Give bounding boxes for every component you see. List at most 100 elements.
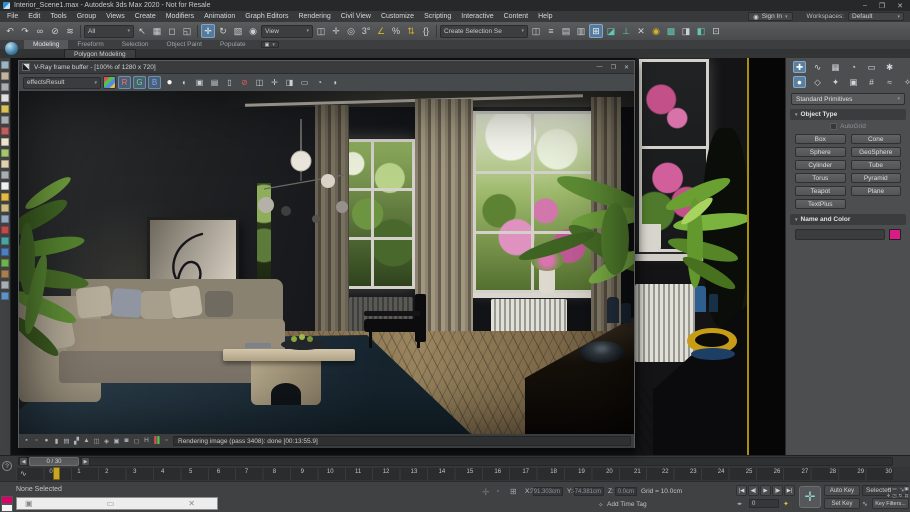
snap-tool-icon[interactable]: ∠ (374, 24, 388, 38)
playback-button[interactable]: ▶ (760, 485, 771, 496)
vfb-tool-icon[interactable]: ● (163, 76, 176, 89)
ribbon-tab[interactable]: Object Paint (158, 40, 211, 49)
previous-frame-button[interactable]: ◀ (19, 457, 28, 466)
create-category-icon[interactable]: ✦ (829, 76, 842, 88)
left-toolbar-icon[interactable] (1, 237, 9, 245)
transform-tool-icon[interactable]: ▧ (231, 24, 245, 38)
vfb-status-icon[interactable]: ● (42, 437, 51, 445)
vfb-tool-icon[interactable]: ✛ (268, 76, 281, 89)
nav-icon[interactable]: ◔ (898, 486, 903, 492)
key-filters-button[interactable]: Key Filters... (872, 498, 909, 509)
default-in-out-tangent-icon[interactable]: ∿ (862, 500, 868, 508)
vfb-tool-icon[interactable]: B (148, 76, 161, 89)
time-config-icon[interactable]: ◂▸ (737, 501, 742, 507)
maximize-button[interactable]: ❐ (879, 2, 885, 10)
name-and-color-rollout[interactable]: ▾ Name and Color (790, 214, 906, 225)
vfb-close-button[interactable]: ✕ (624, 64, 629, 71)
object-type-button[interactable]: Box (795, 134, 846, 144)
vfb-tool-icon[interactable]: ◐ (178, 76, 191, 89)
reference-coordinate-dropdown[interactable]: View ▾ (261, 24, 313, 38)
toolbar-icon[interactable]: ⊥ (619, 24, 633, 38)
toolbar-icon[interactable]: ⊡ (709, 24, 723, 38)
command-panel-tab-icon[interactable]: ▭ (865, 61, 878, 73)
macro-recorder-strip[interactable] (1, 496, 13, 504)
listener-icon[interactable]: ▭ (107, 499, 115, 508)
playback-button[interactable]: |◀ (736, 485, 747, 496)
vfb-status-icon[interactable]: ▌ (152, 437, 161, 445)
primitive-category-dropdown[interactable]: Standard Primitives ▾ (791, 93, 905, 105)
vfb-tool-icon[interactable]: ▯ (223, 76, 236, 89)
toolbar-icon[interactable]: ≡ (544, 24, 558, 38)
vfb-tool-icon[interactable]: ▣ (193, 76, 206, 89)
command-panel-tab-icon[interactable]: ∿ (811, 61, 824, 73)
close-button[interactable]: ✕ (897, 2, 903, 10)
toolbar-icon[interactable]: ◫ (529, 24, 543, 38)
ribbon-tab[interactable]: Modeling (24, 40, 69, 49)
left-toolbar-icon[interactable] (1, 72, 9, 80)
left-toolbar-icon[interactable] (1, 226, 9, 234)
command-panel-tab-icon[interactable]: ✚ (793, 61, 806, 73)
left-toolbar-icon[interactable] (1, 281, 9, 289)
object-color-swatch[interactable] (889, 229, 901, 240)
menu-item[interactable]: Tools (45, 13, 71, 20)
snap-tool-icon[interactable]: ✛ (329, 24, 343, 38)
playback-button[interactable]: ◀| (748, 485, 759, 496)
mini-listener[interactable]: ▣ ▭ ✕ (16, 497, 218, 510)
object-type-button[interactable]: Teapot (795, 186, 846, 196)
auto-key-button[interactable]: Auto Key (824, 485, 860, 496)
create-category-icon[interactable]: ✧ (901, 76, 910, 88)
vfb-status-icon[interactable]: ▲ (82, 437, 91, 445)
menu-item[interactable]: Interactive (456, 13, 498, 20)
create-category-icon[interactable]: ◇ (811, 76, 824, 88)
vfb-status-icon[interactable]: ◫ (92, 437, 101, 445)
ribbon-menu-icon[interactable] (5, 42, 18, 55)
object-type-rollout[interactable]: ▾ Object Type (790, 109, 906, 120)
snap-tool-icon[interactable]: % (389, 24, 403, 38)
ribbon-display-dropdown[interactable]: ▣ ▾ (260, 41, 279, 48)
left-toolbar-icon[interactable] (1, 193, 9, 201)
polygon-modeling-tab[interactable]: Polygon Modeling (64, 49, 136, 58)
left-toolbar-icon[interactable] (1, 292, 9, 300)
listener-icon[interactable]: ✕ (188, 499, 195, 508)
sign-in-button[interactable]: ◉ Sign In ▾ (748, 12, 793, 21)
set-key-button[interactable]: Set Key (824, 498, 860, 509)
status-icon[interactable]: ▫ (497, 488, 499, 495)
vfb-tool-icon[interactable]: ✿ (103, 76, 116, 89)
vfb-tool-icon[interactable]: ◫ (253, 76, 266, 89)
vfb-status-icon[interactable]: H (142, 437, 151, 445)
autogrid-checkbox[interactable] (830, 123, 838, 130)
vfb-tool-icon[interactable]: ⊘ (238, 76, 251, 89)
listener-icon[interactable]: ▣ (25, 499, 33, 508)
nav-icon[interactable]: ↻ (898, 493, 903, 499)
vfb-maximize-button[interactable]: ❐ (611, 64, 616, 71)
menu-item[interactable]: Modifiers (161, 13, 199, 20)
add-time-tag[interactable]: Add Time Tag (607, 501, 647, 508)
command-panel-tab-icon[interactable]: ◔ (847, 61, 860, 73)
menu-item[interactable]: Civil View (336, 13, 376, 20)
object-type-button[interactable]: Pyramid (850, 173, 901, 183)
playback-button[interactable]: ▶| (784, 485, 795, 496)
z-coordinate-field[interactable]: 0.0cm (615, 487, 637, 496)
nav-icon[interactable]: ✛ (886, 493, 891, 499)
vfb-tool-icon[interactable]: ▭ (298, 76, 311, 89)
playback-button[interactable]: |▶ (772, 485, 783, 496)
vfb-tool-icon[interactable]: R (118, 76, 131, 89)
object-type-button[interactable]: Tube (850, 160, 901, 170)
vfb-tool-icon[interactable]: G (133, 76, 146, 89)
listener-strip[interactable] (1, 504, 13, 512)
left-toolbar-icon[interactable] (1, 138, 9, 146)
toolbar-icon[interactable]: ✕ (634, 24, 648, 38)
left-toolbar-icon[interactable] (1, 182, 9, 190)
menu-item[interactable]: Help (533, 13, 557, 20)
left-toolbar-icon[interactable] (1, 171, 9, 179)
current-frame-marker[interactable] (53, 467, 60, 480)
vfb-status-icon[interactable]: ▣ (112, 437, 121, 445)
key-mode-icon[interactable]: ✦ (783, 500, 789, 508)
object-type-button[interactable]: GeoSphere (850, 147, 901, 157)
left-toolbar-icon[interactable] (1, 215, 9, 223)
object-type-button[interactable]: Plane (850, 186, 901, 196)
toolbar-icon[interactable]: ⊘ (48, 24, 62, 38)
toolbar-icon[interactable]: ↖ (135, 24, 149, 38)
vfb-tool-icon[interactable]: ◔ (313, 76, 326, 89)
snap-tool-icon[interactable]: ◎ (344, 24, 358, 38)
